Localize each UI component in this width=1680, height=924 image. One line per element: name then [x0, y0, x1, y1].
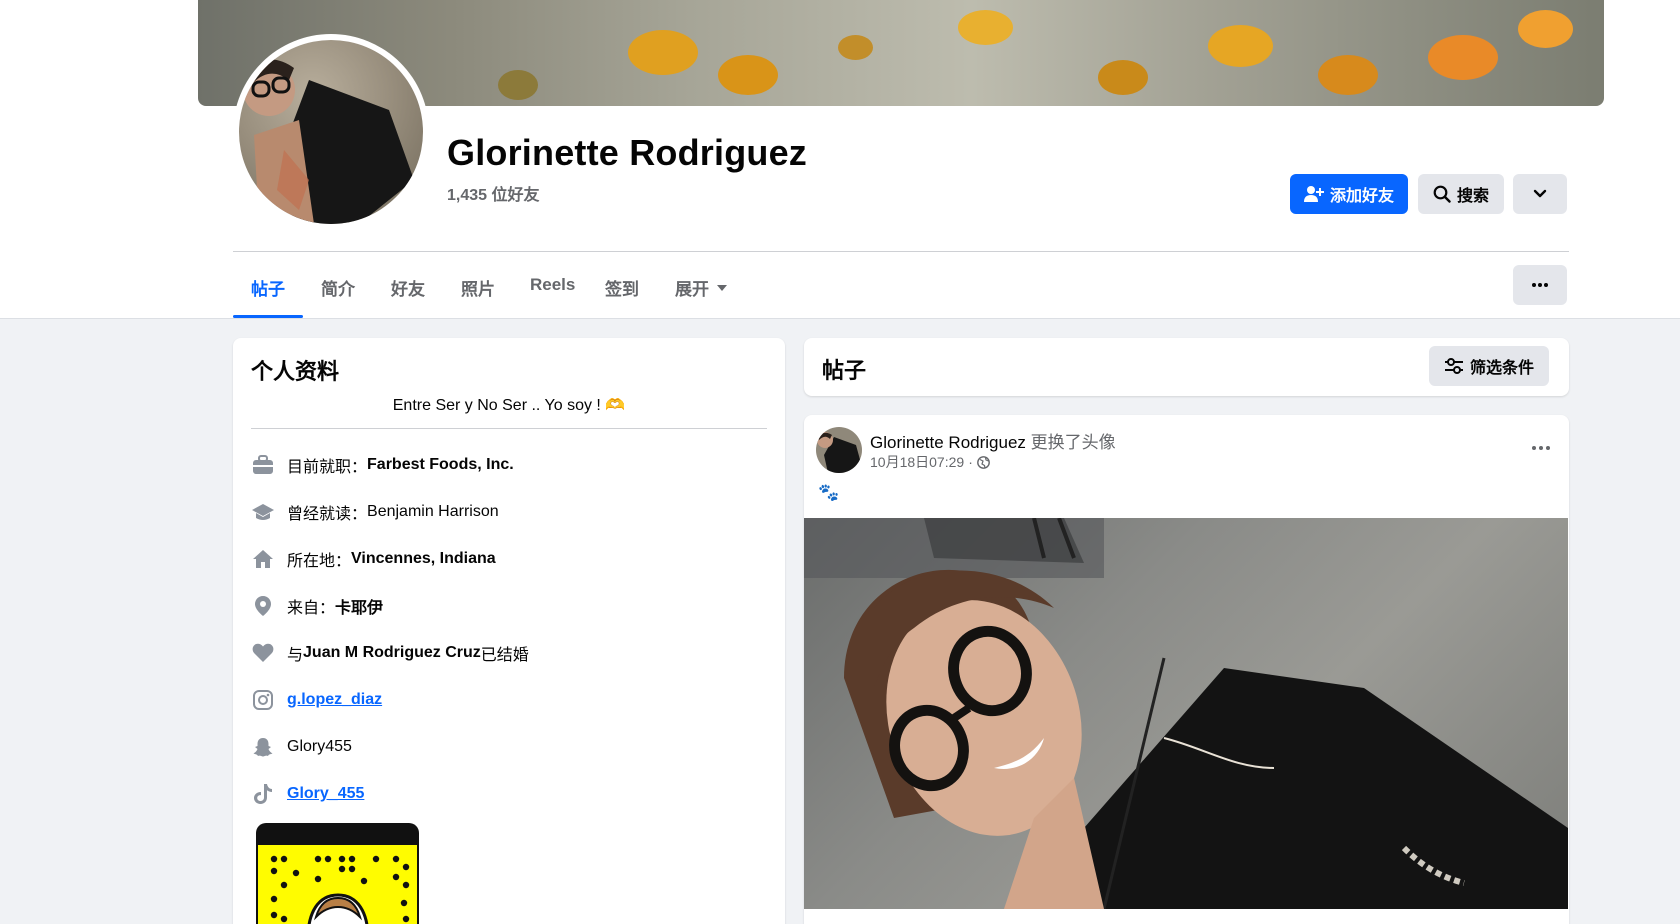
tab-more[interactable]: 展开 [675, 275, 727, 300]
ellipsis-icon [1532, 446, 1550, 450]
post-photo[interactable] [804, 518, 1568, 909]
search-label: 搜索 [1456, 188, 1489, 205]
tab-check-ins[interactable]: 签到 [605, 275, 639, 300]
post-author-avatar[interactable] [816, 427, 862, 473]
education-prefix: 曾经就读： [287, 506, 368, 523]
tiktok-link[interactable]: Glory_455 [287, 785, 364, 803]
tab-about[interactable]: 简介 [321, 275, 355, 300]
bio-text: Entre Ser y No Ser .. Yo soy ! [392, 397, 601, 414]
profile-avatar[interactable] [239, 40, 423, 224]
active-tab-indicator [233, 315, 303, 318]
relationship-prefix: 与 [287, 647, 304, 664]
more-profile-actions-button[interactable] [1513, 174, 1567, 214]
snapcode-image[interactable] [256, 823, 419, 924]
tabs-more-options-button[interactable] [1513, 265, 1567, 305]
cover-flower [1208, 25, 1273, 67]
post-action: 更换了头像 [1030, 433, 1116, 452]
post-timestamp[interactable]: 10月18日07:29 [870, 452, 964, 472]
intro-lives-row: 所在地： Vincennes, Indiana [251, 547, 496, 571]
intro-title: 个人资料 [251, 359, 340, 384]
tab-more-label: 展开 [675, 280, 709, 299]
tiktok-icon [251, 782, 275, 806]
snapcode-graphic [258, 845, 417, 924]
cover-flower [1428, 35, 1498, 80]
instagram-icon [251, 688, 275, 712]
post-photo-illustration [804, 518, 1568, 909]
cover-flower [958, 10, 1013, 45]
from-value[interactable]: 卡耶伊 [335, 594, 383, 618]
intro-from-row: 来自： 卡耶伊 [251, 594, 383, 618]
location-pin-icon [251, 594, 275, 618]
search-button[interactable]: 搜索 [1418, 174, 1504, 214]
caret-down-icon [717, 284, 727, 291]
post-avatar-illustration [817, 432, 862, 473]
instagram-link[interactable]: g.lopez_diaz [287, 691, 382, 709]
posts-title: 帖子 [822, 358, 867, 383]
cover-flower [838, 35, 873, 60]
briefcase-icon [251, 453, 275, 477]
lives-value[interactable]: Vincennes, Indiana [351, 550, 496, 568]
cover-flower [1098, 60, 1148, 95]
post-meta: 10月18日07:29 · [870, 452, 990, 472]
heart-icon [251, 641, 275, 665]
intro-snapchat-row: Glory455 [251, 735, 352, 759]
profile-name: Glorinette Rodriguez [447, 132, 808, 173]
graduation-cap-icon [251, 500, 275, 524]
intro-education-row: 曾经就读： Benjamin Harrison [251, 500, 499, 524]
intro-card: 个人资料 Entre Ser y No Ser .. Yo soy ! 🫶 目前… [233, 338, 785, 924]
work-value[interactable]: Farbest Foods, Inc. [367, 456, 514, 474]
intro-relationship-row: 与 Juan M Rodriguez Cruz 已结婚 [251, 641, 529, 665]
relationship-suffix: 已结婚 [480, 647, 529, 664]
intro-work-row: 目前就职： Farbest Foods, Inc. [251, 453, 514, 477]
add-friend-icon [1303, 186, 1324, 202]
cover-flower [1318, 55, 1378, 95]
snapchat-handle: Glory455 [287, 738, 352, 755]
tab-reels[interactable]: Reels [530, 275, 575, 295]
intro-divider [251, 428, 767, 429]
chevron-down-icon [1533, 189, 1547, 198]
cover-flower [1518, 10, 1573, 48]
globe-icon [976, 455, 990, 469]
avatar-illustration [243, 59, 414, 224]
post-author-name[interactable]: Glorinette Rodriguez [870, 433, 1026, 452]
filter-button[interactable]: 筛选条件 [1429, 346, 1549, 386]
add-friend-label: 添加好友 [1329, 188, 1394, 205]
post-text: 🐾 [818, 483, 840, 502]
work-prefix: 目前就职： [287, 459, 368, 476]
education-value[interactable]: Benjamin Harrison [367, 503, 499, 521]
intro-bio: Entre Ser y No Ser .. Yo soy ! 🫶 [233, 395, 785, 415]
post-header-line: Glorinette Rodriguez 更换了头像 [870, 428, 1116, 453]
cover-flower [628, 30, 698, 75]
filter-label: 筛选条件 [1469, 360, 1534, 377]
header-bottom-border [0, 318, 1680, 319]
post-meta-separator: · [968, 454, 973, 470]
bio-emoji: 🫶 [605, 397, 626, 414]
post-card: Glorinette Rodriguez 更换了头像 10月18日07:29 ·… [804, 415, 1569, 924]
tab-posts[interactable]: 帖子 [251, 275, 285, 300]
post-options-button[interactable] [1524, 433, 1558, 463]
friends-count[interactable]: 1,435 位好友 [447, 181, 540, 205]
relationship-partner[interactable]: Juan M Rodriguez Cruz [303, 644, 481, 662]
lives-prefix: 所在地： [287, 553, 352, 570]
search-icon [1433, 185, 1451, 203]
tab-photos[interactable]: 照片 [461, 275, 495, 300]
intro-instagram-row: g.lopez_diaz [251, 688, 382, 712]
intro-tiktok-row: Glory_455 [251, 782, 364, 806]
tab-friends[interactable]: 好友 [391, 275, 425, 300]
tabs-divider [233, 251, 1569, 252]
house-icon [251, 547, 275, 571]
filter-sliders-icon [1444, 358, 1463, 374]
from-prefix: 来自： [287, 600, 336, 617]
ellipsis-icon [1532, 283, 1548, 287]
posts-header-card: 帖子 筛选条件 [804, 338, 1569, 396]
snapchat-icon [251, 735, 275, 759]
cover-flower [718, 55, 778, 95]
add-friend-button[interactable]: 添加好友 [1290, 174, 1408, 214]
cover-flower [498, 70, 538, 100]
